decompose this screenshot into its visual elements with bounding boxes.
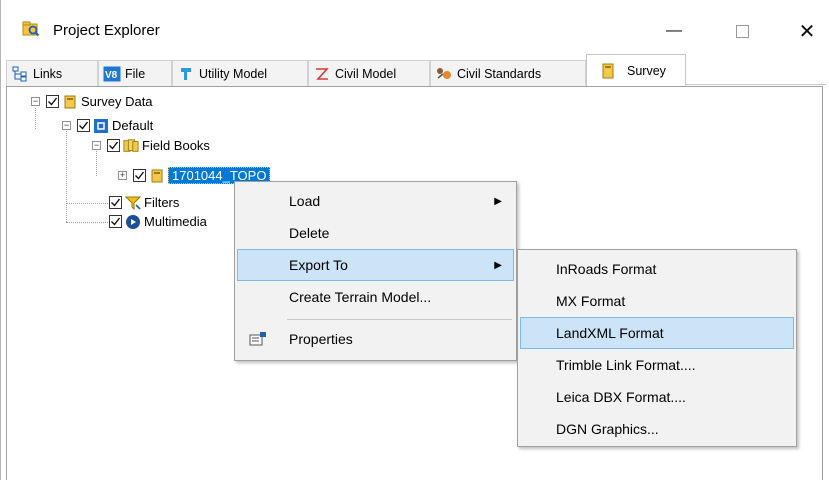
menu-item-label: Export To bbox=[289, 257, 348, 273]
field-books-icon bbox=[123, 138, 139, 154]
menu-separator bbox=[287, 319, 512, 320]
project-explorer-window: Project Explorer — ✕ Links V8 File Utili… bbox=[0, 0, 829, 480]
tab-civil-standards[interactable]: Civil Standards bbox=[430, 60, 586, 86]
checkbox[interactable] bbox=[133, 169, 146, 182]
collapse-toggle[interactable]: − bbox=[62, 121, 71, 130]
tab-utility-model[interactable]: Utility Model bbox=[172, 60, 308, 86]
menu-item-label: DGN Graphics... bbox=[556, 421, 659, 437]
tree-item-filters[interactable]: Filters bbox=[109, 193, 179, 212]
minimize-icon: — bbox=[666, 22, 682, 39]
check-icon bbox=[48, 97, 58, 106]
checkbox[interactable] bbox=[107, 139, 120, 152]
submenu-item-leica-dbx-format[interactable]: Leica DBX Format.... bbox=[520, 381, 794, 413]
links-icon bbox=[11, 66, 29, 82]
menu-item-label: MX Format bbox=[556, 293, 626, 309]
maximize-icon bbox=[735, 24, 749, 38]
close-icon: ✕ bbox=[798, 20, 816, 43]
tree-label: Multimedia bbox=[144, 214, 207, 229]
tab-survey[interactable]: Survey bbox=[586, 54, 686, 86]
file-icon: V8 bbox=[103, 66, 121, 82]
tree-item-survey-data[interactable]: − Survey Data bbox=[31, 92, 153, 111]
menu-item-label: InRoads Format bbox=[556, 261, 657, 277]
menu-item-create-terrain-model[interactable]: Create Terrain Model... bbox=[237, 281, 514, 313]
tab-file[interactable]: V8 File bbox=[98, 60, 172, 86]
context-menu: Load ▶ Delete Export To ▶ Create Terrain… bbox=[234, 181, 517, 361]
survey-icon bbox=[599, 63, 617, 79]
tree-item-multimedia[interactable]: Multimedia bbox=[109, 212, 207, 231]
menu-item-label: Create Terrain Model... bbox=[289, 289, 432, 305]
collapse-toggle[interactable]: − bbox=[92, 141, 101, 150]
close-button[interactable]: ✕ bbox=[784, 12, 829, 50]
utility-model-icon bbox=[177, 66, 195, 82]
tab-utility-model-label: Utility Model bbox=[199, 66, 268, 81]
tab-survey-label: Survey bbox=[627, 63, 666, 78]
tab-civil-standards-label: Civil Standards bbox=[457, 66, 542, 81]
menu-item-label: Leica DBX Format.... bbox=[556, 389, 686, 405]
check-icon bbox=[135, 171, 145, 180]
tree-item-field-books[interactable]: − Field Books bbox=[92, 136, 210, 155]
tree-label: Default bbox=[112, 118, 154, 133]
maximize-button[interactable] bbox=[719, 12, 765, 50]
menu-item-label: Trimble Link Format.... bbox=[556, 357, 696, 373]
filter-icon bbox=[125, 195, 141, 211]
menu-item-load[interactable]: Load ▶ bbox=[237, 185, 514, 217]
menu-item-label: Properties bbox=[289, 331, 353, 347]
checkbox[interactable] bbox=[46, 95, 59, 108]
menu-item-label: Load bbox=[289, 193, 321, 209]
menu-item-label: LandXML Format bbox=[556, 325, 664, 341]
window-title: Project Explorer bbox=[53, 22, 160, 39]
civil-standards-icon bbox=[435, 66, 453, 82]
checkbox[interactable] bbox=[109, 215, 122, 228]
check-icon bbox=[111, 198, 121, 207]
menu-item-delete[interactable]: Delete bbox=[237, 217, 514, 249]
tree-label: Filters bbox=[144, 195, 180, 210]
tree-line bbox=[66, 203, 108, 204]
menu-item-label: Delete bbox=[289, 225, 330, 241]
submenu-item-landxml-format[interactable]: LandXML Format bbox=[520, 317, 794, 349]
check-icon bbox=[109, 141, 119, 150]
tab-file-label: File bbox=[125, 66, 146, 81]
collapse-toggle[interactable]: − bbox=[31, 97, 40, 106]
menu-item-properties[interactable]: Properties bbox=[237, 323, 514, 355]
properties-icon bbox=[249, 331, 267, 350]
checkbox[interactable] bbox=[77, 119, 90, 132]
svg-text:V8: V8 bbox=[105, 70, 118, 81]
project-explorer-icon bbox=[22, 21, 40, 37]
title-bar[interactable]: Project Explorer — ✕ bbox=[1, 0, 829, 52]
tree-line bbox=[66, 128, 67, 222]
menu-item-export-to[interactable]: Export To ▶ bbox=[237, 249, 514, 281]
check-icon bbox=[79, 121, 89, 130]
minimize-button[interactable]: — bbox=[651, 12, 697, 50]
project-icon bbox=[93, 118, 109, 134]
tab-links-label: Links bbox=[33, 66, 63, 81]
tab-civil-model-label: Civil Model bbox=[335, 66, 397, 81]
multimedia-icon bbox=[125, 214, 141, 230]
tree-label: Survey Data bbox=[81, 94, 153, 109]
submenu-item-trimble-link-format[interactable]: Trimble Link Format.... bbox=[520, 349, 794, 381]
tree-line bbox=[66, 222, 108, 223]
field-book-icon bbox=[149, 168, 165, 184]
tree-line bbox=[35, 108, 36, 129]
tree-label: Field Books bbox=[142, 138, 210, 153]
tab-civil-model[interactable]: Civil Model bbox=[308, 60, 430, 86]
submenu-item-inroads-format[interactable]: InRoads Format bbox=[520, 253, 794, 285]
survey-data-icon bbox=[62, 94, 78, 110]
civil-model-icon bbox=[313, 66, 331, 82]
tab-links[interactable]: Links bbox=[6, 60, 98, 86]
export-submenu: InRoads Format MX Format LandXML Format … bbox=[517, 249, 797, 447]
submenu-item-mx-format[interactable]: MX Format bbox=[520, 285, 794, 317]
submenu-arrow-icon: ▶ bbox=[494, 195, 502, 207]
check-icon bbox=[111, 217, 121, 226]
expand-toggle[interactable]: + bbox=[118, 171, 127, 180]
submenu-arrow-icon: ▶ bbox=[494, 259, 502, 271]
checkbox[interactable] bbox=[109, 196, 122, 209]
tree-item-default[interactable]: − Default bbox=[62, 116, 153, 135]
submenu-item-dgn-graphics[interactable]: DGN Graphics... bbox=[520, 413, 794, 445]
